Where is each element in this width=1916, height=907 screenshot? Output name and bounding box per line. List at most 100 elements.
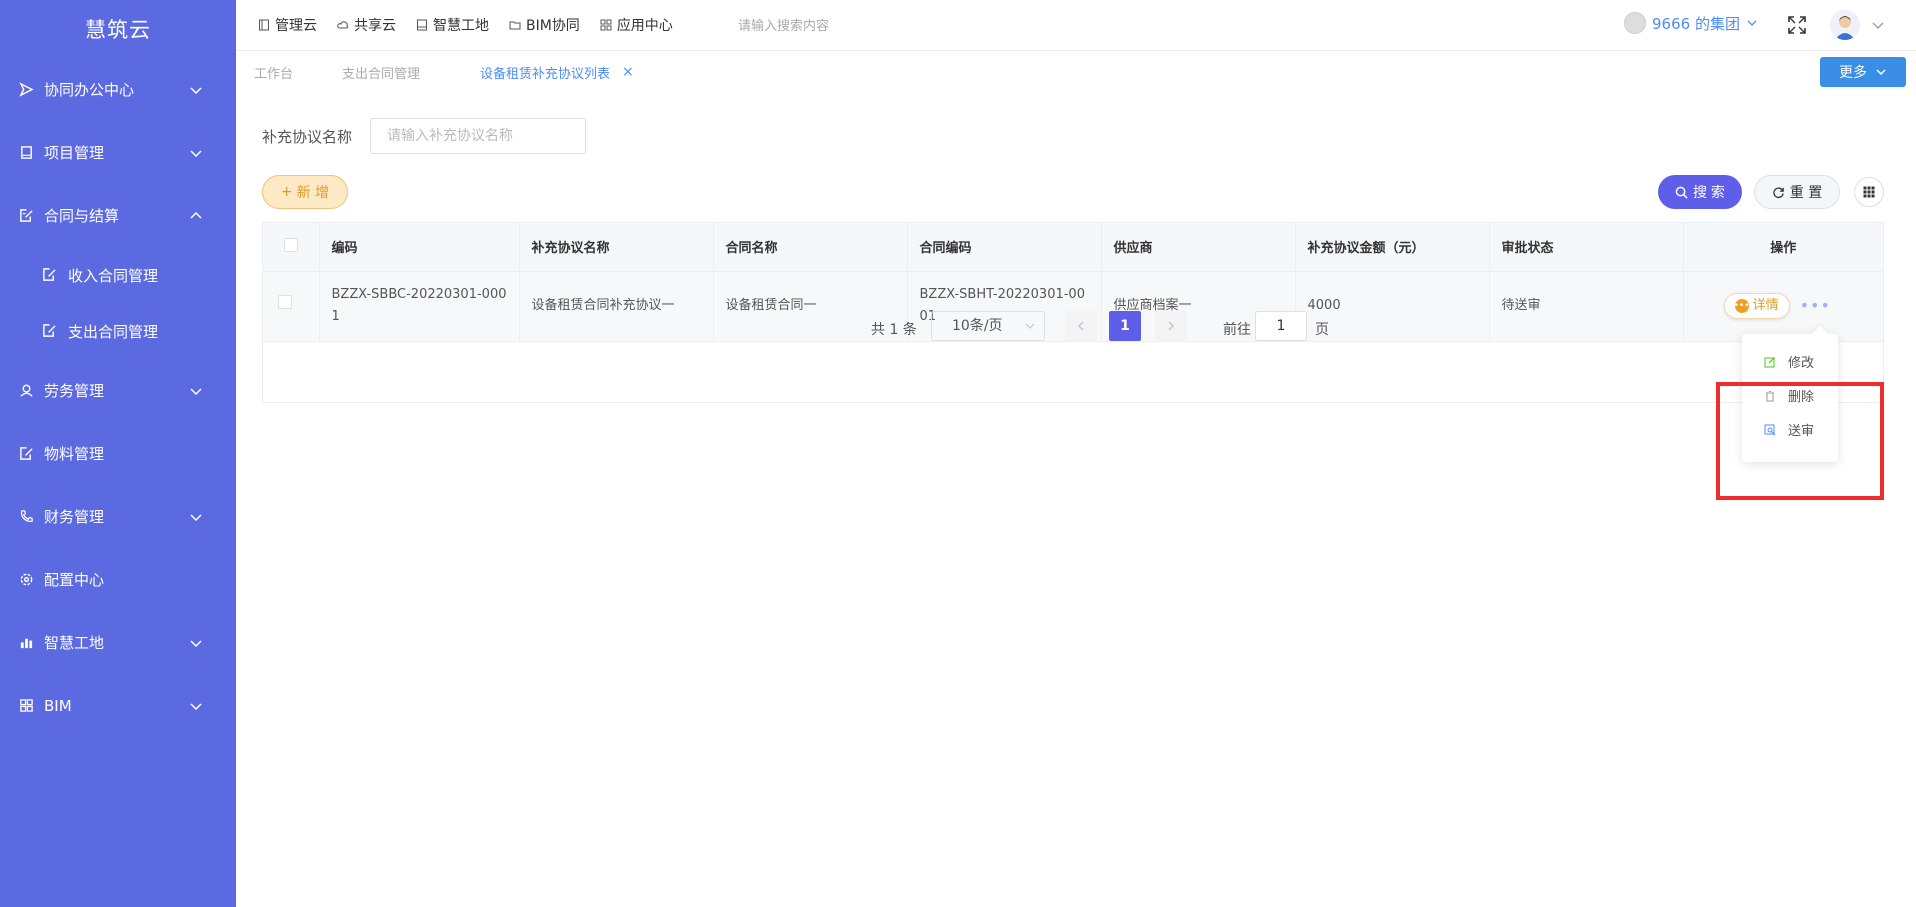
edit-doc-icon — [42, 267, 58, 283]
tab-equipment-lease-supplement[interactable]: 设备租赁补充协议列表 × — [480, 51, 634, 93]
add-label: 新 增 — [296, 185, 330, 201]
sidebar-item-label: 配置中心 — [44, 571, 105, 589]
column-header: 补充协议名称 — [519, 223, 714, 272]
book-icon — [259, 19, 269, 31]
chevron-right-icon — [1168, 321, 1174, 331]
tab-label: 支出合同管理 — [342, 66, 421, 82]
book-icon — [18, 145, 34, 161]
edit-doc-icon — [42, 323, 58, 339]
table-header-row: 编码 补充协议名称 合同名称 合同编码 供应商 补充协议金额（元） 审批状态 操… — [263, 223, 1883, 272]
search-label: 搜 索 — [1693, 184, 1725, 200]
topnav-label: 应用中心 — [616, 18, 673, 34]
column-header: 合同名称 — [713, 223, 908, 272]
search-button[interactable]: 搜 索 — [1658, 175, 1742, 209]
column-header: 供应商 — [1101, 223, 1296, 272]
sidebar-item-contract[interactable]: 合同与结算 — [0, 184, 236, 247]
tab-workbench[interactable]: 工作台 — [254, 51, 293, 93]
prev-page-button[interactable] — [1065, 311, 1097, 341]
tab-expense-contract[interactable]: 支出合同管理 — [342, 51, 420, 93]
top-bar: 管理云 共享云 智慧工地 BIM协同 应用中心 9666 的集团 — [236, 0, 1916, 50]
topnav-label: BIM协同 — [526, 18, 580, 34]
fullscreen-icon[interactable] — [1786, 14, 1808, 36]
dropdown-item-submit-review[interactable]: 送审 — [1764, 420, 1814, 439]
dropdown-label: 送审 — [1788, 424, 1815, 439]
select-all-cell — [263, 223, 320, 272]
column-header: 补充协议金额（元） — [1295, 223, 1490, 272]
phone-icon — [18, 509, 34, 525]
sidebar: 慧筑云 协同办公中心 项目管理 合同与结算 收入合同管理 支出合同管理 劳务管理… — [0, 0, 236, 907]
chevron-down-icon — [1876, 69, 1886, 76]
chevron-down-icon[interactable] — [1870, 17, 1886, 33]
goto-page-input[interactable] — [1255, 311, 1307, 341]
send-icon — [18, 82, 34, 98]
sidebar-item-material[interactable]: 物料管理 — [0, 422, 236, 485]
dropdown-label: 修改 — [1788, 356, 1815, 371]
supplement-name-input[interactable] — [370, 118, 586, 154]
reset-label: 重 置 — [1789, 185, 1823, 201]
grid-icon — [1863, 186, 1875, 198]
sidebar-item-labor[interactable]: 劳务管理 — [0, 359, 236, 422]
sidebar-item-label: BIM — [44, 696, 72, 715]
org-name: 9666 的集团 — [1652, 14, 1740, 33]
cloud-icon — [337, 21, 349, 29]
grid-icon — [600, 19, 612, 31]
row-actions-dropdown: 修改 删除 送审 — [1742, 334, 1838, 462]
top-nav: 管理云 共享云 智慧工地 BIM协同 应用中心 — [258, 0, 673, 50]
sidebar-item-smart-site[interactable]: 智慧工地 — [0, 611, 236, 674]
add-button[interactable]: + 新 增 — [262, 175, 348, 209]
data-table: 编码 补充协议名称 合同名称 合同编码 供应商 补充协议金额（元） 审批状态 操… — [262, 222, 1884, 403]
sidebar-item-project[interactable]: 项目管理 — [0, 121, 236, 184]
column-header: 合同编码 — [907, 223, 1102, 272]
chevron-down-icon — [190, 387, 202, 395]
gear-icon — [18, 572, 34, 588]
page-size-select[interactable]: 10条/页 — [931, 311, 1045, 341]
global-search-input[interactable] — [738, 16, 938, 36]
edit-doc-icon — [18, 208, 34, 224]
page-number-current[interactable]: 1 — [1109, 311, 1141, 341]
select-all-checkbox[interactable] — [283, 237, 298, 252]
sidebar-item-label: 智慧工地 — [44, 634, 105, 652]
topnav-item-shared-cloud[interactable]: 共享云 — [337, 15, 396, 35]
book-icon — [417, 19, 427, 31]
more-tabs-button[interactable]: 更多 — [1820, 57, 1906, 87]
sidebar-subitem-label: 支出合同管理 — [68, 322, 159, 341]
goto-label: 前往 — [1223, 322, 1251, 338]
column-header: 编码 — [319, 223, 520, 272]
dropdown-item-delete[interactable]: 删除 — [1764, 386, 1814, 405]
sidebar-item-label: 协同办公中心 — [44, 81, 135, 99]
bar-chart-icon — [18, 635, 34, 651]
page-size-value: 10条/页 — [952, 318, 1003, 334]
chevron-left-icon — [1078, 321, 1084, 331]
dropdown-item-edit[interactable]: 修改 — [1764, 352, 1814, 371]
topnav-item-bim-collab[interactable]: BIM协同 — [509, 15, 580, 35]
sidebar-item-finance[interactable]: 财务管理 — [0, 485, 236, 548]
sidebar-item-bim[interactable]: BIM — [0, 674, 236, 737]
topnav-item-smart-site[interactable]: 智慧工地 — [416, 15, 489, 35]
tab-label: 工作台 — [254, 66, 294, 82]
topnav-label: 智慧工地 — [433, 18, 489, 34]
sidebar-item-label: 劳务管理 — [44, 382, 105, 400]
sidebar-item-collab-office[interactable]: 协同办公中心 — [0, 58, 236, 121]
worker-icon — [18, 383, 34, 399]
org-logo-icon — [1624, 12, 1646, 34]
sidebar-subitem-income-contract[interactable]: 收入合同管理 — [0, 247, 236, 303]
next-page-button[interactable] — [1155, 311, 1187, 341]
topnav-item-app-center[interactable]: 应用中心 — [600, 15, 673, 35]
sidebar-subitem-expense-contract[interactable]: 支出合同管理 — [0, 303, 236, 359]
main-content: 补充协议名称 + 新 增 搜 索 重 置 编码 补充协议名称 合同名称 合同编码 — [236, 92, 1916, 907]
org-switcher[interactable]: 9666 的集团 — [1624, 12, 1758, 34]
sidebar-subitem-label: 收入合同管理 — [68, 266, 159, 285]
chevron-down-icon — [190, 86, 202, 94]
user-avatar[interactable] — [1830, 10, 1860, 40]
search-icon — [1675, 186, 1688, 199]
reset-button[interactable]: 重 置 — [1754, 175, 1840, 209]
sidebar-item-label: 财务管理 — [44, 508, 105, 526]
chevron-down-icon — [1747, 20, 1757, 26]
topnav-item-management-cloud[interactable]: 管理云 — [258, 15, 317, 35]
sidebar-item-config[interactable]: 配置中心 — [0, 548, 236, 611]
pagination-total: 共 1 条 — [871, 322, 917, 338]
submit-review-icon — [1764, 424, 1776, 435]
close-icon[interactable]: × — [622, 64, 634, 80]
column-settings-button[interactable] — [1854, 177, 1884, 207]
topnav-label: 共享云 — [354, 18, 396, 34]
